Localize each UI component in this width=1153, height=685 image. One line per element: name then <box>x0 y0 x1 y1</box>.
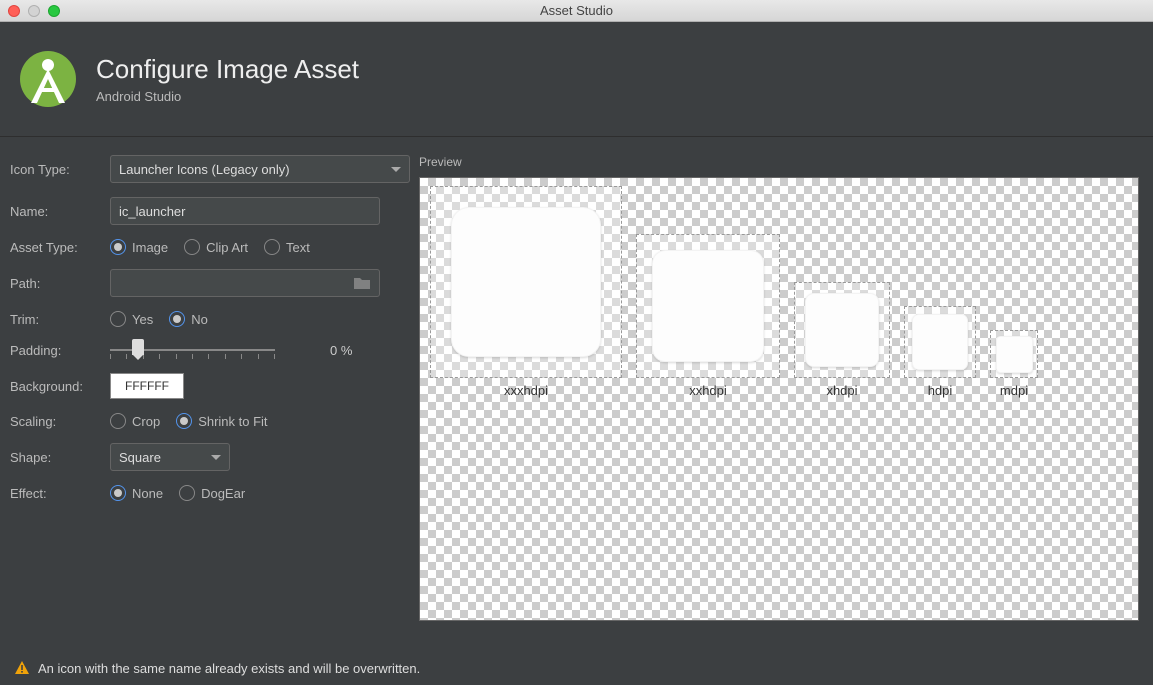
radio-icon <box>169 311 185 327</box>
radio-icon <box>110 413 126 429</box>
preview-box <box>990 330 1038 378</box>
preview-box <box>794 282 890 378</box>
padding-value: 0 % <box>330 343 352 358</box>
asset-type-image-radio[interactable]: Image <box>110 239 168 255</box>
radio-icon <box>184 239 200 255</box>
preview-canvas: xxxhdpi xxhdpi xhdpi hdpi mdpi <box>419 177 1139 621</box>
icon-type-label: Icon Type: <box>10 162 110 177</box>
folder-icon[interactable] <box>353 276 371 290</box>
preview-item-xhdpi: xhdpi <box>794 282 890 398</box>
preview-caption: xxhdpi <box>689 383 727 398</box>
shape-label: Shape: <box>10 450 110 465</box>
path-label: Path: <box>10 276 110 291</box>
preview-caption: mdpi <box>1000 383 1028 398</box>
shape-dropdown[interactable]: Square <box>110 443 230 471</box>
name-value: ic_launcher <box>119 204 186 219</box>
preview-caption: xxxhdpi <box>504 383 548 398</box>
preview-caption: xhdpi <box>826 383 857 398</box>
asset-type-label: Asset Type: <box>10 240 110 255</box>
window-title: Asset Studio <box>0 3 1153 18</box>
asset-type-clipart-radio[interactable]: Clip Art <box>184 239 248 255</box>
effect-none-radio[interactable]: None <box>110 485 163 501</box>
background-color-picker[interactable]: FFFFFF <box>110 373 184 399</box>
preview-box <box>430 186 622 378</box>
preview-icon <box>451 207 601 357</box>
preview-item-xxhdpi: xxhdpi <box>636 234 780 398</box>
padding-slider[interactable] <box>110 341 275 359</box>
trim-no-radio[interactable]: No <box>169 311 208 327</box>
preview-icon <box>652 250 764 362</box>
radio-icon <box>110 311 126 327</box>
name-input[interactable]: ic_launcher <box>110 197 380 225</box>
trim-yes-radio[interactable]: Yes <box>110 311 153 327</box>
icon-type-dropdown[interactable]: Launcher Icons (Legacy only) <box>110 155 410 183</box>
shape-value: Square <box>119 450 161 465</box>
preview-panel: Preview xxxhdpi xxhdpi xhdpi hdpi mdpi <box>419 155 1139 621</box>
radio-icon <box>264 239 280 255</box>
titlebar: Asset Studio <box>0 0 1153 22</box>
name-label: Name: <box>10 204 110 219</box>
radio-icon <box>176 413 192 429</box>
preview-box <box>904 306 976 378</box>
scaling-crop-radio[interactable]: Crop <box>110 413 160 429</box>
warning-text: An icon with the same name already exist… <box>38 661 420 676</box>
scaling-label: Scaling: <box>10 414 110 429</box>
form-panel: Icon Type: Launcher Icons (Legacy only) … <box>10 155 415 621</box>
slider-thumb[interactable] <box>132 339 144 355</box>
effect-dogear-radio[interactable]: DogEar <box>179 485 245 501</box>
preview-icon <box>912 314 968 370</box>
preview-box <box>636 234 780 378</box>
preview-item-mdpi: mdpi <box>990 330 1038 398</box>
android-studio-icon <box>18 49 78 109</box>
radio-icon <box>110 239 126 255</box>
preview-icon <box>996 336 1033 373</box>
page-subtitle: Android Studio <box>96 89 359 104</box>
header: Configure Image Asset Android Studio <box>0 22 1153 137</box>
padding-label: Padding: <box>10 343 110 358</box>
scaling-shrink-radio[interactable]: Shrink to Fit <box>176 413 267 429</box>
radio-icon <box>110 485 126 501</box>
preview-label: Preview <box>419 155 1139 169</box>
chevron-down-icon <box>211 455 221 460</box>
preview-icon <box>805 293 879 367</box>
effect-label: Effect: <box>10 486 110 501</box>
page-title: Configure Image Asset <box>96 54 359 85</box>
path-input[interactable] <box>110 269 380 297</box>
preview-caption: hdpi <box>928 383 953 398</box>
preview-item-hdpi: hdpi <box>904 306 976 398</box>
radio-icon <box>179 485 195 501</box>
chevron-down-icon <box>391 167 401 172</box>
warning-footer: An icon with the same name already exist… <box>0 651 1153 685</box>
warning-icon <box>14 660 30 676</box>
preview-item-xxxhdpi: xxxhdpi <box>430 186 622 398</box>
background-label: Background: <box>10 379 110 394</box>
icon-type-value: Launcher Icons (Legacy only) <box>119 162 290 177</box>
trim-label: Trim: <box>10 312 110 327</box>
asset-type-text-radio[interactable]: Text <box>264 239 310 255</box>
